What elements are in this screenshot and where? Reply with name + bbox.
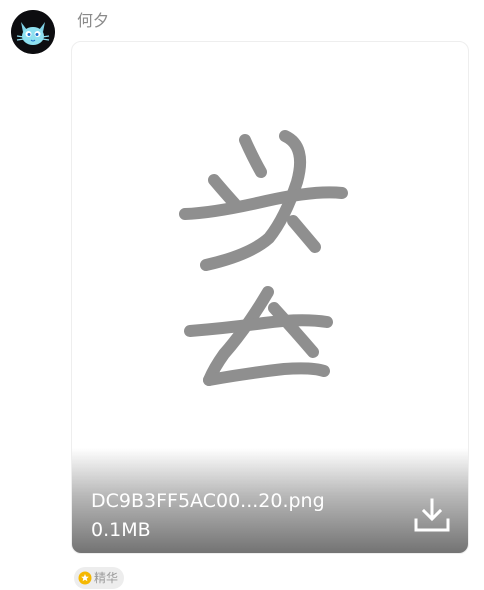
download-button[interactable] xyxy=(412,496,452,536)
download-icon xyxy=(414,498,450,532)
file-size: 0.1MB xyxy=(91,519,151,541)
badge-label: 精华 xyxy=(94,571,119,585)
file-name: DC9B3FF5AC00...20.png xyxy=(91,490,325,512)
essence-badge: 精华 xyxy=(74,567,125,589)
file-card[interactable]: DC9B3FF5AC00...20.png 0.1MB xyxy=(71,41,469,554)
sender-name: 何夕 xyxy=(77,11,110,30)
chat-message: 何夕 DC9B3FF5AC00...20.png 0.1MB 精华 xyxy=(0,0,484,590)
essence-star-icon xyxy=(78,571,92,585)
cat-avatar-icon xyxy=(11,10,55,54)
avatar[interactable] xyxy=(11,10,55,54)
